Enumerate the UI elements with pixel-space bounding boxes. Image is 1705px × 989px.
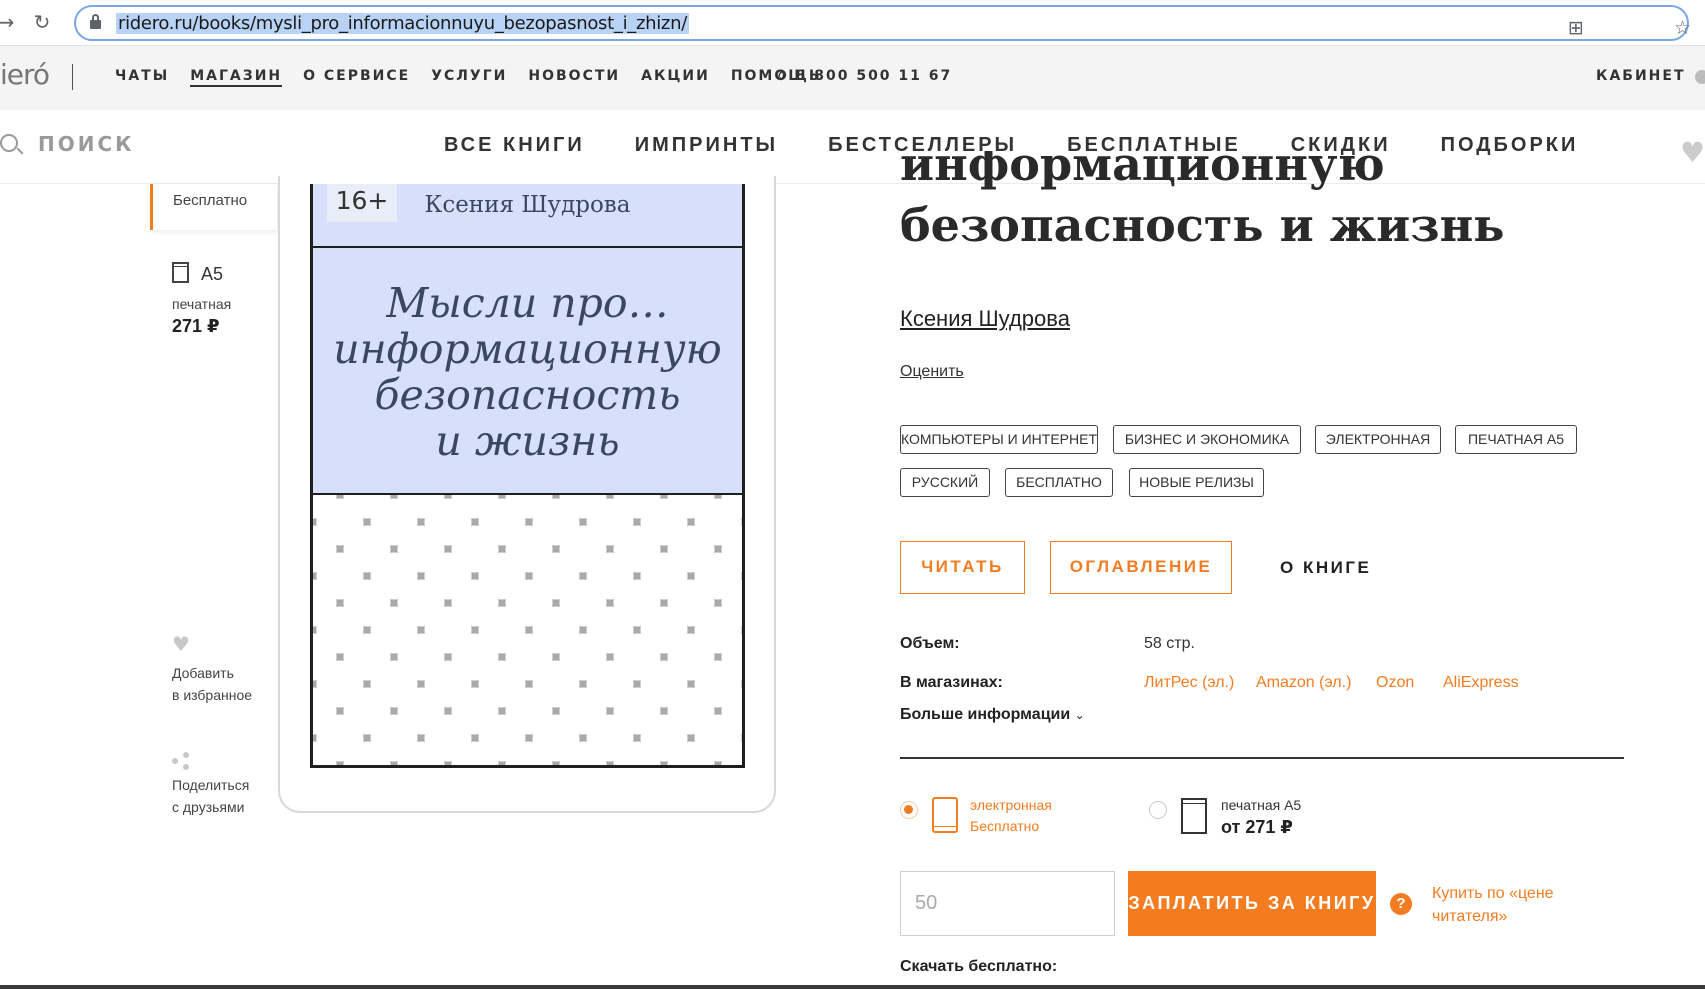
catalog-all-books[interactable]: ВСЕ КНИГИ — [444, 134, 585, 157]
ebook-price: Бесплатно — [173, 192, 248, 209]
tag-russian[interactable]: РУССКИЙ — [900, 468, 990, 497]
tag-computers[interactable]: КОМПЬЮТЕРЫ И ИНТЕРНЕТ — [900, 425, 1098, 454]
favorites-label: Добавить в избранное — [172, 662, 292, 706]
print-price: 271 ₽ — [172, 316, 220, 336]
cover-title-line: безопасность — [374, 371, 681, 419]
address-bar[interactable]: ridero.ru/books/mysli_pro_informacionnuy… — [74, 5, 1691, 41]
heart-icon: ♥ — [172, 632, 190, 656]
top-menu-about[interactable]: О СЕРВИСЕ — [303, 68, 410, 87]
search-input[interactable]: ПОИСК — [38, 132, 135, 156]
book-title-line2: безопасность и жизнь — [900, 198, 1505, 252]
more-info-label: Больше информации — [900, 706, 1071, 723]
cabinet-link[interactable]: КАБИНЕТ — [1596, 68, 1686, 84]
author-link[interactable]: Ксения Шудрова — [900, 306, 1070, 332]
tag-new-releases[interactable]: НОВЫЕ РЕЛИЗЫ — [1129, 468, 1264, 497]
read-button[interactable]: ЧИТАТЬ — [900, 541, 1025, 594]
toc-button[interactable]: ОГЛАВЛЕНИЕ — [1050, 541, 1232, 594]
more-info-toggle[interactable]: Больше информации ⌄ — [900, 706, 1085, 724]
pay-button[interactable]: ЗАПЛАТИТЬ ЗА КНИГУ — [1128, 871, 1376, 936]
amount-input[interactable]: 50 — [900, 871, 1115, 936]
tag-business[interactable]: БИЗНЕС И ЭКОНОМИКА — [1113, 425, 1301, 454]
favorites-heart-icon[interactable]: ♥ — [1680, 136, 1705, 169]
ebook-format-label[interactable]: электронная — [970, 797, 1052, 813]
cover-title: Мысли про… информационную безопасность и… — [313, 280, 742, 464]
tablet-icon — [932, 797, 958, 833]
lock-icon — [90, 14, 101, 29]
share-label: Поделиться с друзьями — [172, 774, 292, 818]
top-menu-news[interactable]: НОВОСТИ — [528, 68, 620, 87]
tag-print-a5[interactable]: ПЕЧАТНАЯ A5 — [1455, 425, 1577, 454]
cover-title-line: и жизнь — [435, 417, 620, 465]
taskbar-edge — [0, 985, 1705, 989]
cover-title-line: Мысли про… — [386, 279, 669, 327]
site-logo[interactable]: ieró — [0, 58, 50, 91]
phone-link[interactable]: ✆ 8 800 500 11 67 — [775, 68, 952, 84]
top-menu-chats[interactable]: ЧАТЫ — [115, 68, 169, 87]
top-menu: ЧАТЫ МАГАЗИН О СЕРВИСЕ УСЛУГИ НОВОСТИ АК… — [115, 68, 843, 87]
logo-divider — [72, 64, 73, 90]
stores-label: В магазинах: — [900, 674, 1003, 691]
cover-pattern — [313, 493, 742, 765]
store-amazon[interactable]: Amazon (эл.) — [1256, 674, 1351, 692]
reader-price-link[interactable]: Купить по «цене читателя» — [1432, 882, 1582, 928]
print-format-radio[interactable] — [1149, 801, 1167, 819]
back-arrow-icon[interactable]: → — [0, 10, 18, 34]
tag-free[interactable]: БЕСПЛАТНО — [1005, 468, 1113, 497]
catalog-imprints[interactable]: ИМПРИНТЫ — [635, 134, 778, 157]
top-menu-promos[interactable]: АКЦИИ — [641, 68, 710, 87]
bookmark-star-icon[interactable]: ☆ — [1674, 17, 1691, 39]
format-label: A5 — [201, 264, 224, 284]
share-icon — [172, 752, 190, 770]
chevron-down-icon: ⌄ — [1074, 708, 1085, 722]
print-label: печатная — [172, 296, 232, 312]
rate-link[interactable]: Оценить — [900, 363, 964, 381]
book-cover[interactable]: 16+ Ксения Шудрова Мысли про… информацио… — [310, 184, 745, 768]
print-format-label[interactable]: печатная A5 — [1221, 797, 1301, 813]
top-menu-store[interactable]: МАГАЗИН — [190, 68, 283, 87]
ebook-price-box[interactable]: Бесплатно — [150, 184, 277, 230]
about-book-button[interactable]: О КНИГЕ — [1280, 541, 1371, 594]
book-title: информационную безопасность и жизнь — [900, 151, 1620, 257]
favorites-label-line2: в избранное — [172, 687, 253, 703]
volume-label: Объем: — [900, 635, 960, 652]
download-free-label: Скачать бесплатно: — [900, 958, 1058, 975]
section-divider — [900, 757, 1624, 759]
share-label-line2: с друзьями — [172, 799, 245, 815]
tag-electronic[interactable]: ЭЛЕКТРОННАЯ — [1315, 425, 1441, 454]
cover-title-line: информационную — [333, 325, 722, 373]
reload-icon[interactable]: ↻ — [30, 10, 54, 34]
cover-author: Ксения Шудрова — [424, 192, 631, 218]
site-header: ieró ЧАТЫ МАГАЗИН О СЕРВИСЕ УСЛУГИ НОВОС… — [0, 46, 1705, 110]
ebook-format-price: Бесплатно — [970, 818, 1040, 834]
print-format-price: от 271 ₽ — [1221, 817, 1293, 837]
browser-toolbar: → ↻ ridero.ru/books/mysli_pro_informacio… — [0, 0, 1705, 46]
url-text[interactable]: ridero.ru/books/mysli_pro_informacionnuy… — [116, 13, 689, 34]
printed-book-icon — [172, 262, 189, 283]
add-to-favorites[interactable]: ♥ Добавить в избранное — [172, 632, 292, 706]
ebook-format-radio[interactable] — [900, 801, 918, 819]
question-icon[interactable]: ? — [1390, 893, 1412, 915]
apps-grid-icon[interactable]: ⊞ — [1568, 17, 1584, 39]
volume-value: 58 стр. — [1144, 635, 1195, 652]
printed-book-icon — [1181, 798, 1207, 834]
search-icon[interactable] — [0, 134, 18, 152]
share-label-line1: Поделиться — [172, 777, 250, 793]
cover-header: 16+ Ксения Шудрова — [313, 184, 742, 248]
store-ozon[interactable]: Ozon — [1376, 674, 1414, 692]
phone-number: 8 800 500 11 67 — [795, 68, 953, 84]
user-icon[interactable] — [1695, 70, 1705, 84]
favorites-label-line1: Добавить — [172, 665, 234, 681]
top-menu-services[interactable]: УСЛУГИ — [431, 68, 507, 87]
share-with-friends[interactable]: Поделиться с друзьями — [172, 752, 292, 818]
store-litres[interactable]: ЛитРес (эл.) — [1144, 674, 1234, 692]
phone-icon: ✆ — [775, 68, 789, 84]
store-aliexpress[interactable]: AliExpress — [1443, 674, 1519, 692]
book-title-line1: информационную — [900, 151, 1385, 191]
